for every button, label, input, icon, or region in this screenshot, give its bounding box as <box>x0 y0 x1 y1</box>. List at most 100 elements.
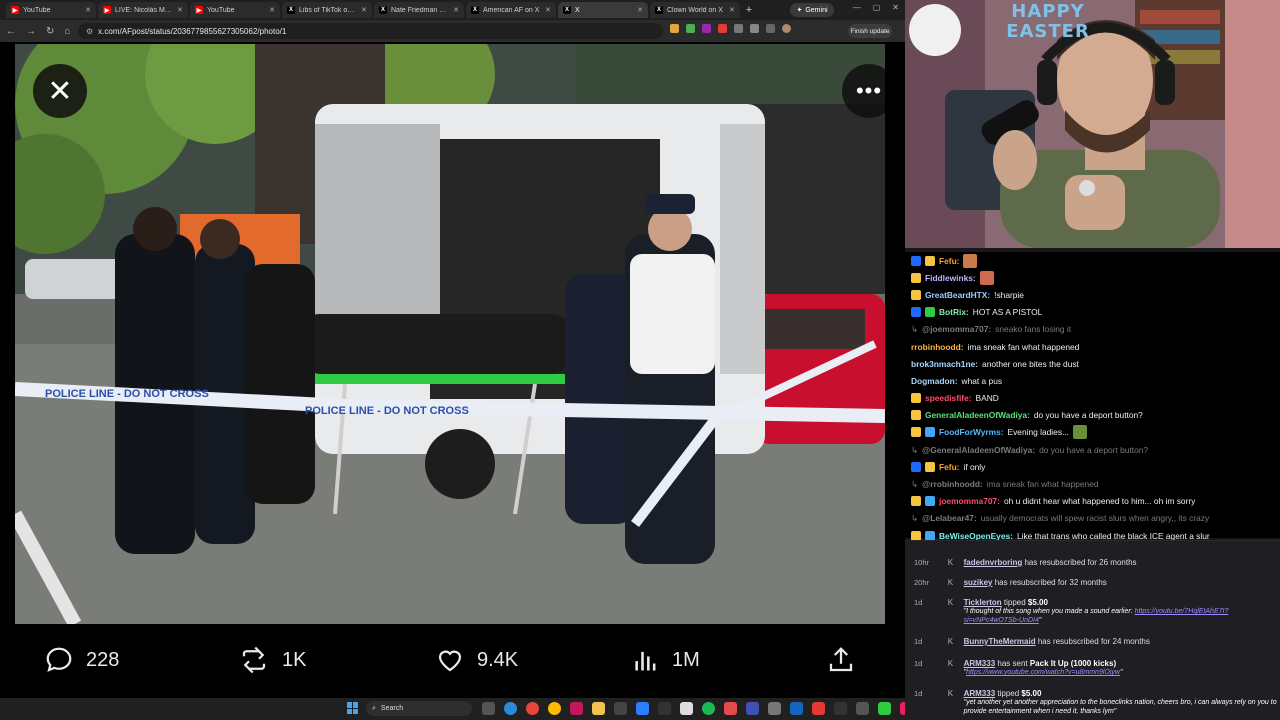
chat-username[interactable]: Dogmadon: <box>911 376 958 386</box>
app-icon[interactable] <box>834 702 847 715</box>
site-info-icon[interactable]: ⚙ <box>86 27 93 36</box>
chat-username[interactable]: joemomma707: <box>939 496 1000 506</box>
event-username[interactable]: suzikey <box>964 578 993 587</box>
spotify-icon[interactable] <box>702 702 715 715</box>
event-username[interactable]: ARM333 <box>964 659 996 668</box>
reload-icon[interactable]: ↻ <box>46 26 54 37</box>
chrome-icon[interactable] <box>526 702 539 715</box>
easter-banner: HAPPY EASTER <box>1006 1 1090 42</box>
reply-button[interactable]: 228 <box>44 639 119 681</box>
tab-close-icon[interactable]: ✕ <box>269 6 275 14</box>
event-username[interactable]: BunnyTheMermaid <box>964 637 1036 646</box>
event-line: suzikey has resubscribed for 32 months <box>964 578 1280 587</box>
chat-username[interactable]: @Lelabear47: <box>922 513 977 523</box>
app-icon[interactable] <box>856 702 869 715</box>
chat-username[interactable]: Fefu: <box>939 462 959 472</box>
app-icon[interactable] <box>812 702 825 715</box>
browser-tab[interactable]: X Libs of TikTok on X ✕ <box>282 2 372 18</box>
chat-username[interactable]: GeneralAladeenOfWadiya: <box>925 410 1030 420</box>
chat-username[interactable]: speedisfife: <box>925 393 972 403</box>
like-button[interactable]: 9.4K <box>435 639 518 681</box>
edge-icon[interactable] <box>504 702 517 715</box>
tab-close-icon[interactable]: ✕ <box>361 6 367 14</box>
event-username[interactable]: fadednvrboring <box>964 558 1023 567</box>
event-amount: Pack It Up (1000 kicks) <box>1029 659 1117 668</box>
event-username[interactable]: ARM333 <box>964 689 996 698</box>
chat-username[interactable]: FoodForWyrms: <box>939 427 1004 437</box>
maximize-icon[interactable]: ▢ <box>873 3 881 12</box>
profile-avatar[interactable] <box>782 24 791 33</box>
file-explorer-icon[interactable] <box>592 702 605 715</box>
app-icon[interactable] <box>746 702 759 715</box>
app-icon[interactable] <box>878 702 891 715</box>
forward-icon[interactable]: → <box>26 26 36 37</box>
tab-close-icon[interactable]: ✕ <box>729 6 735 14</box>
chat-username[interactable]: @rrobinhoodd: <box>922 479 983 489</box>
user-badge-icon <box>911 255 921 266</box>
tab-strip: ▶ YouTube ✕ ▶ LIVE: Nicolás Maduro ✕ ▶ YouTube ✕… <box>0 0 905 20</box>
taskbar-search[interactable]: ⌕ Search <box>366 701 472 716</box>
chat-username[interactable]: BotRix: <box>939 307 969 317</box>
new-tab-icon[interactable]: + <box>742 4 756 16</box>
browser-tab[interactable]: X Nate Friedman on X ✕ <box>374 2 464 18</box>
app-icon[interactable] <box>570 702 583 715</box>
extension-icon[interactable] <box>750 24 759 33</box>
extension-icon[interactable] <box>686 24 695 33</box>
chat-username[interactable]: Fiddlewinks: <box>925 273 976 283</box>
chat-username[interactable]: GreatBeardHTX: <box>925 290 990 300</box>
repost-button[interactable]: 1K <box>238 639 306 681</box>
gemini-button[interactable]: ✦ Gemini <box>790 3 834 17</box>
tab-close-icon[interactable]: ✕ <box>85 6 91 14</box>
chat-username[interactable]: @joemomma707: <box>922 324 991 334</box>
browser-tab[interactable]: X American AF on X ✕ <box>466 2 556 18</box>
chat-reply-context: ↳ @GeneralAladeenOfWadiya: do you have a d… <box>911 441 1274 458</box>
task-view-icon[interactable] <box>482 702 495 715</box>
event-quote: "I thought of this song when you made a … <box>963 608 1135 615</box>
event-link[interactable]: https://www.youtube.com/watch?v=u8mmn9lO… <box>966 669 1120 676</box>
tab-label: Nate Friedman on X <box>391 6 450 14</box>
user-badge-icon <box>911 410 921 421</box>
close-photo-button[interactable]: ✕ <box>33 64 87 118</box>
event-username[interactable]: Ticklerton <box>964 598 1002 607</box>
browser-tab[interactable]: ▶ LIVE: Nicolás Maduro ✕ <box>98 2 188 18</box>
extension-icon[interactable] <box>670 24 679 33</box>
minimize-icon[interactable]: — <box>853 3 861 12</box>
chat-username[interactable]: Fefu: <box>939 256 959 266</box>
tab-close-icon[interactable]: ✕ <box>177 6 183 14</box>
app-icon[interactable] <box>724 702 737 715</box>
browser-tab[interactable]: ▶ YouTube ✕ <box>190 2 280 18</box>
tab-close-icon[interactable]: ✕ <box>637 6 643 14</box>
app-icon[interactable] <box>636 702 649 715</box>
chat-username[interactable]: rrobinhoodd: <box>911 342 964 352</box>
tab-close-icon[interactable]: ✕ <box>453 6 459 14</box>
app-icon[interactable] <box>790 702 803 715</box>
extension-icon[interactable] <box>718 24 727 33</box>
views-button[interactable]: 1M <box>632 639 700 681</box>
share-button[interactable] <box>826 639 856 681</box>
chrome-icon[interactable] <box>548 702 561 715</box>
finish-update-button[interactable]: Finish update <box>848 24 892 38</box>
app-icon[interactable] <box>680 702 693 715</box>
chat-username[interactable]: @GeneralAladeenOfWadiya: <box>922 445 1035 455</box>
close-window-icon[interactable]: ✕ <box>892 3 899 12</box>
activity-event: 1d K ARM333 tipped $5.00 "yet another yet a… <box>905 689 1280 716</box>
user-badge-icon <box>911 289 921 300</box>
chat-username[interactable]: brok3nmach1ne: <box>911 359 978 369</box>
browser-tab[interactable]: X Clown World on X ✕ <box>650 2 740 18</box>
app-icon[interactable] <box>614 702 627 715</box>
chat-text: sneako fans losing it <box>995 324 1072 335</box>
app-icon[interactable] <box>768 702 781 715</box>
home-icon[interactable]: ⌂ <box>64 26 70 37</box>
address-bar[interactable]: ⚙ x.com/AFpost/status/203677985562730506… <box>78 23 663 39</box>
tab-close-icon[interactable]: ✕ <box>545 6 551 14</box>
police-tape-text: POLICE LINE - DO NOT CROSS <box>305 405 469 417</box>
extension-icon[interactable] <box>734 24 743 33</box>
browser-tab[interactable]: X X ✕ <box>558 2 648 18</box>
browser-tab[interactable]: ▶ YouTube ✕ <box>6 2 96 18</box>
app-icon[interactable] <box>658 702 671 715</box>
extension-icon[interactable] <box>766 24 775 33</box>
chat-panel: Fefu: Fiddlewinks: GreatBeardHTX: !sharpie B… <box>905 252 1280 541</box>
windows-start-icon[interactable] <box>347 702 359 714</box>
extension-icon[interactable] <box>702 24 711 33</box>
back-icon[interactable]: ← <box>6 26 16 37</box>
